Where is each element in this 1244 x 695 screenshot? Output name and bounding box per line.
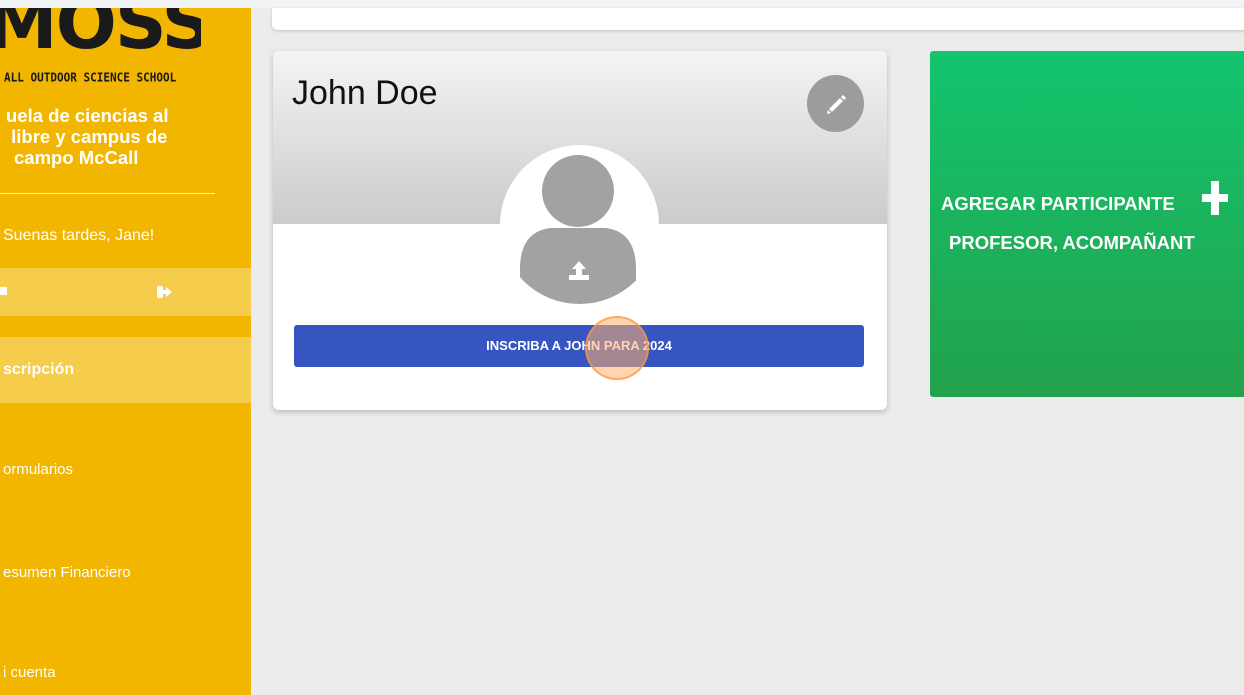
logo-subtitle: ALL OUTDOOR SCIENCE SCHOOL (4, 70, 177, 85)
gear-icon[interactable] (0, 284, 10, 298)
sidebar-item-resumen-financiero[interactable]: esumen Financiero (0, 540, 251, 606)
sign-out-icon[interactable] (157, 285, 173, 299)
greeting: Suenas tardes, Jane! (3, 227, 155, 244)
top-strip (0, 0, 1244, 8)
sidebar-divider (0, 193, 215, 194)
pencil-icon (827, 95, 846, 114)
user-actions-row (0, 268, 251, 316)
logo-text: MOSS (0, 8, 201, 56)
add-participant-card[interactable]: AGREGAR PARTICIPANTE PROFESOR, ACOMPAÑAN… (930, 51, 1244, 397)
register-student-button[interactable]: INSCRIBA A JOHN PARA 2024 (294, 325, 864, 367)
student-name: John Doe (292, 74, 438, 112)
plus-icon (1202, 181, 1228, 215)
sidebar-item-mi-cuenta[interactable]: i cuenta (0, 640, 251, 695)
add-card-line: PROFESOR, ACOMPAÑANT (949, 232, 1195, 253)
school-name-line: uela de ciencias al (6, 105, 169, 126)
school-name-line: libre y campus de (6, 126, 168, 147)
sidebar-item-formularios[interactable]: ormularios (0, 437, 251, 503)
school-name: uela de ciencias al libre y campus de ca… (6, 105, 246, 168)
edit-button[interactable] (807, 75, 864, 132)
student-profile-card: John Doe INSCRIBA A JOHN PARA 2024 (273, 51, 887, 410)
school-name-line: campo McCall (14, 147, 139, 168)
sidebar-item-inscripcion[interactable]: scripción (0, 337, 251, 403)
upload-icon[interactable] (567, 260, 591, 282)
add-card-line: AGREGAR PARTICIPANTE (941, 193, 1175, 214)
sidebar: MOSS ALL OUTDOOR SCIENCE SCHOOL uela de … (0, 8, 251, 695)
top-card (272, 8, 1244, 30)
logo: MOSS (0, 8, 213, 67)
avatar[interactable] (500, 145, 659, 304)
logo-icon: MOSS (0, 8, 213, 65)
